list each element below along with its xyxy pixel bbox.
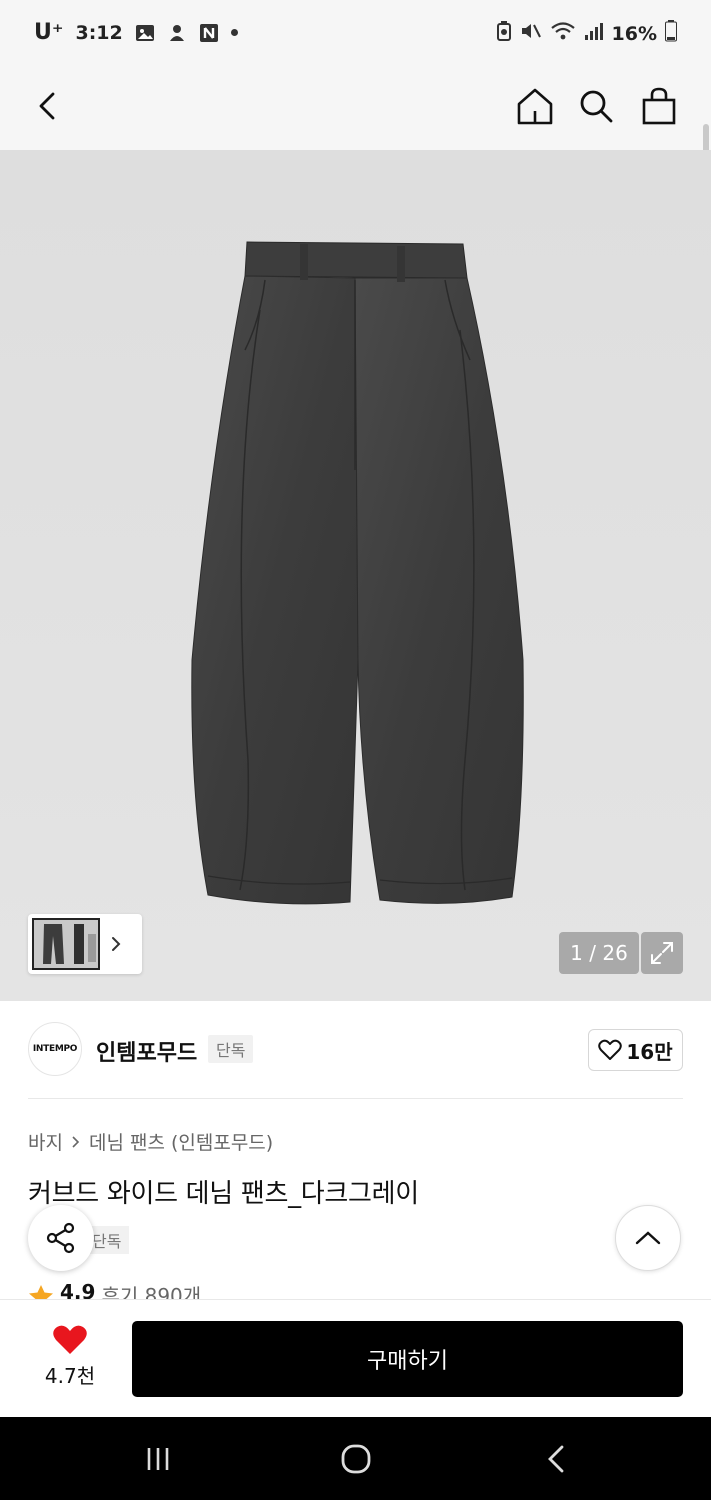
search-icon [580,90,613,123]
home-icon [517,88,553,125]
star-icon [29,1285,53,1300]
shopping-bag-icon [642,87,676,125]
home-circle-icon [341,1444,371,1474]
exclusive-badge: 단독 [208,1035,254,1063]
android-nav-bar [0,1417,711,1500]
carrier-label: U⁺ [34,20,64,45]
naver-notification-icon [199,23,219,43]
expand-icon [651,942,673,964]
search-button[interactable] [572,82,620,130]
brand-name[interactable]: 인템포무드 [96,1035,197,1067]
review-count[interactable]: 후기 890개 [101,1280,201,1300]
shopping-bag-button[interactable] [635,82,683,130]
brand-like-button[interactable]: 16만 [588,1029,683,1071]
signal-icon [584,21,604,46]
recent-apps-icon [147,1448,169,1470]
home-button[interactable] [511,82,559,130]
more-notifications-icon [230,29,238,36]
brand-like-count: 16만 [626,1039,673,1064]
back-button[interactable] [24,82,72,130]
brand-row: INTEMPO 인템포무드 단독 16만 [28,1022,683,1078]
battery-saver-icon [496,21,512,46]
recent-apps-button[interactable] [138,1439,178,1479]
brand-logo[interactable]: INTEMPO [28,1022,82,1076]
back-arrow-icon [548,1445,564,1473]
status-bar: U⁺ 3:12 16% [0,0,711,64]
battery-percent: 16% [611,22,657,45]
heart-filled-icon [53,1325,87,1354]
image-counter: 1 / 26 [559,932,639,974]
rating-score: 4.9 [60,1280,96,1300]
share-icon [46,1222,75,1254]
brand-logo-text: INTEMPO [32,1044,78,1054]
wishlist-count: 4.7천 [44,1364,96,1388]
divider [28,1098,683,1099]
mute-icon [520,21,542,46]
product-title: 커브드 와이드 데님 팬츠_다크그레이 [28,1179,419,1209]
top-nav [0,64,711,232]
product-gallery[interactable]: 1 / 26 [0,150,711,1001]
scroll-top-button[interactable] [615,1205,681,1271]
wifi-icon [550,21,576,46]
breadcrumb: 바지 데님 팬츠 (인템포무드) [28,1128,273,1155]
chevron-up-icon [635,1231,661,1245]
chevron-right-icon[interactable] [110,936,122,952]
gallery-notification-icon [135,23,155,43]
breadcrumb-subcategory[interactable]: 데님 팬츠 (인템포무드) [89,1128,273,1155]
app-notification-icon [167,23,187,43]
back-nav-button[interactable] [536,1439,576,1479]
breadcrumb-category[interactable]: 바지 [28,1128,63,1155]
product-image [191,241,524,905]
wishlist-button[interactable]: 4.7천 [28,1324,112,1394]
status-right: 16% [496,20,677,47]
battery-icon [665,20,677,47]
heart-outline-icon [598,1039,623,1060]
buy-button[interactable]: 구매하기 [132,1321,683,1397]
status-left: U⁺ 3:12 [34,20,238,45]
share-button[interactable] [28,1205,94,1271]
chevron-left-icon [39,92,55,120]
chevron-right-icon [72,1135,80,1148]
purchase-bar: 4.7천 구매하기 [0,1299,711,1417]
home-nav-button[interactable] [336,1439,376,1479]
expand-button[interactable] [641,932,683,974]
thumbnail-image[interactable] [32,918,100,970]
clock: 3:12 [75,21,123,44]
thumbnail-strip[interactable] [28,914,142,974]
rating-row[interactable]: 4.9 후기 890개 [28,1280,201,1300]
